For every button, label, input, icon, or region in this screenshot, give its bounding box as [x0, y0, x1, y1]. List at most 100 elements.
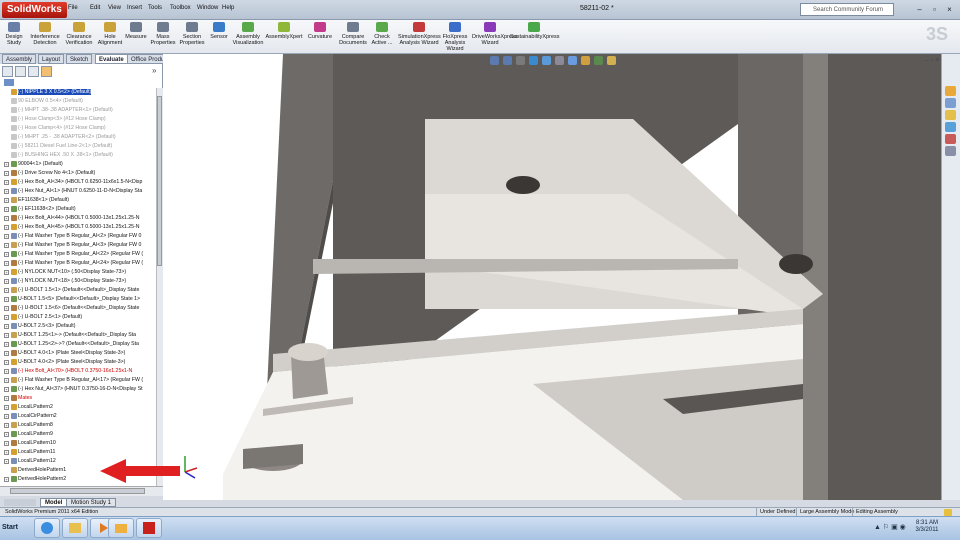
search-input[interactable]: Search Community Forum [800, 3, 894, 16]
menu-window[interactable]: Window [197, 5, 218, 11]
tree-item[interactable]: + (-) NYLOCK NUT<10> (.50<Display State-7… [4, 268, 156, 277]
tree-item[interactable]: (-) Hose Clamp<3> (#12 Hose Clamp) [4, 115, 156, 124]
display-style-icon[interactable] [555, 56, 564, 65]
sensor-button[interactable]: Sensor [208, 21, 230, 53]
tree-item[interactable]: + (-) Flat Washer Type B Regular_AI<24> (… [4, 259, 156, 268]
menu-insert[interactable]: Insert [127, 5, 142, 11]
driveworksxpress-button[interactable]: DriveWorksXpress Wizard [472, 21, 517, 53]
expand-icon[interactable]: + [4, 297, 9, 302]
expand-icon[interactable]: + [4, 189, 9, 194]
tree-item[interactable]: + LocalLPattern8 [4, 421, 156, 430]
zoom-area-icon[interactable] [503, 56, 512, 65]
compare-documents-button[interactable]: Compare Documents [337, 21, 369, 53]
file-explorer-icon[interactable] [945, 110, 956, 120]
view-palette-icon[interactable] [945, 122, 956, 132]
tree-item[interactable]: + (-) Hex Nut_AI<1> (HNUT 0.6250-11-D-N<D… [4, 187, 156, 196]
expand-icon[interactable]: + [4, 261, 9, 266]
tree-item[interactable]: + LocalLPattern10 [4, 439, 156, 448]
section-view-icon[interactable] [529, 56, 538, 65]
expand-icon[interactable]: + [4, 324, 9, 329]
tree-item[interactable]: + U-BOLT 1.25<1>-> (Default<<Default>_Dis… [4, 331, 156, 340]
custom-properties-icon[interactable] [945, 146, 956, 156]
view-settings-icon[interactable] [607, 56, 616, 65]
close-icon[interactable]: × [943, 3, 956, 16]
floxpress-button[interactable]: FloXpress Analysis Wizard [441, 21, 469, 53]
tree-item[interactable]: + Mates [4, 394, 156, 403]
expand-icon[interactable]: + [4, 450, 9, 455]
expand-icon[interactable]: + [4, 459, 9, 464]
internet-explorer-icon[interactable] [34, 518, 60, 538]
help-icon[interactable] [944, 509, 952, 516]
start-button[interactable]: Start [2, 519, 32, 537]
system-tray-icons[interactable]: ▲ ⚐ ▣ ◉ [874, 523, 906, 531]
appearance-icon[interactable] [41, 66, 52, 77]
tree-item[interactable]: + (-) Hex Bolt_AI<45> (HBOLT 0.5000-13x1.… [4, 223, 156, 232]
clearance-button[interactable]: Clearance Verification [63, 21, 95, 53]
configuration-manager-icon[interactable] [28, 66, 39, 77]
tree-hscroll-thumb[interactable] [10, 488, 145, 494]
viewport-window-controls[interactable]: – ▫ × [925, 57, 939, 64]
menu-tools[interactable]: Tools [148, 5, 162, 11]
curvature-button[interactable]: Curvature [305, 21, 335, 53]
tree-item[interactable]: (-) NIPPLE 3 X 0.5<2> (Default) [4, 88, 156, 97]
expand-icon[interactable]: + [4, 477, 9, 482]
tree-item[interactable]: + LocalLPattern9 [4, 430, 156, 439]
tree-item[interactable]: 90 ELBOW 0.5<4> (Default) [4, 97, 156, 106]
measure-button[interactable]: Measure [124, 21, 148, 53]
edit-appearance-icon[interactable] [581, 56, 590, 65]
expand-icon[interactable]: + [4, 243, 9, 248]
tree-item[interactable]: + (-) Flat Washer Type B Regular_AI<22> (… [4, 250, 156, 259]
tree-item[interactable]: + (-) EF11638<2> (Default) [4, 205, 156, 214]
tree-item[interactable]: + (-) Flat Washer Type B Regular_AI<3> (R… [4, 241, 156, 250]
simulationxpress-button[interactable]: SimulationXpress Analysis Wizard [398, 21, 441, 53]
tree-item[interactable]: + (-) U-BOLT 1.5<1> (Default<<Default>_Di… [4, 286, 156, 295]
expand-icon[interactable]: + [4, 378, 9, 383]
tree-item[interactable]: + (-) U-BOLT 2.5<1> (Default) [4, 313, 156, 322]
3d-model-view[interactable] [163, 54, 941, 500]
menu-toolbox[interactable]: Toolbox [170, 5, 191, 11]
filter-icon[interactable] [4, 79, 14, 86]
expand-icon[interactable]: + [4, 171, 9, 176]
expand-icon[interactable]: + [4, 162, 9, 167]
expand-icon[interactable]: + [4, 306, 9, 311]
tree-item[interactable]: + (-) Flat Washer Type B Regular_AI<2> (R… [4, 232, 156, 241]
tree-item[interactable]: + LocalLPattern11 [4, 448, 156, 457]
expand-icon[interactable]: + [4, 342, 9, 347]
tab-assembly[interactable]: Assembly [2, 54, 37, 64]
solidworks-logo[interactable]: SolidWorks [2, 2, 67, 18]
tree-item[interactable]: (-) MHPT .25 - .38 ADAPTER<2> (Default) [4, 133, 156, 142]
zoom-to-fit-icon[interactable] [490, 56, 499, 65]
expand-icon[interactable]: + [4, 333, 9, 338]
tree-item[interactable]: + (-) U-BOLT 1.5<6> (Default<<Default>_Di… [4, 304, 156, 313]
menu-file[interactable]: File [68, 5, 78, 11]
section-properties-button[interactable]: Section Properties [178, 21, 206, 53]
expand-icon[interactable]: + [4, 207, 9, 212]
tree-item[interactable]: + (-) Hex Bolt_AI<70> (HBOLT 0.3750-16x1.… [4, 367, 156, 376]
expand-icon[interactable]: + [4, 180, 9, 185]
tab-evaluate[interactable]: Evaluate [95, 54, 128, 64]
expand-icon[interactable]: + [4, 369, 9, 374]
mass-properties-button[interactable]: Mass Properties [149, 21, 177, 53]
assembly-visualization-button[interactable]: Assembly Visualization [232, 21, 264, 53]
menu-edit[interactable]: Edit [90, 5, 100, 11]
tree-item[interactable]: + (-) Hex Bolt_AI<34> (HBOLT 0.6250-11x6x… [4, 178, 156, 187]
tree-item[interactable]: + U-BOLT 1.25<2>->? (Default<<Default>_Di… [4, 340, 156, 349]
expand-icon[interactable]: + [4, 396, 9, 401]
tree-item[interactable]: +90004<1> (Default) [4, 160, 156, 169]
view-orientation-icon[interactable] [542, 56, 551, 65]
expand-icon[interactable]: + [4, 234, 9, 239]
feature-tree-icon[interactable] [2, 66, 13, 77]
windows-explorer-icon[interactable] [62, 518, 88, 538]
expand-icon[interactable]: + [4, 441, 9, 446]
expand-icon[interactable]: + [4, 270, 9, 275]
tree-item[interactable]: + U-BOLT 2.5<3> (Default) [4, 322, 156, 331]
tab-model[interactable]: Model [40, 498, 68, 507]
assemblyxpert-button[interactable]: AssemblyXpert [265, 21, 303, 53]
tree-item[interactable]: + (-) Hex Bolt_AI<44> (HBOLT 0.5000-13x1.… [4, 214, 156, 223]
folder-icon[interactable] [108, 518, 134, 538]
restore-icon[interactable]: ▫ [928, 3, 941, 16]
appearances-icon[interactable] [945, 134, 956, 144]
expand-icon[interactable]: + [4, 351, 9, 356]
expand-icon[interactable]: + [4, 405, 9, 410]
expand-panel-icon[interactable]: » [152, 66, 156, 75]
